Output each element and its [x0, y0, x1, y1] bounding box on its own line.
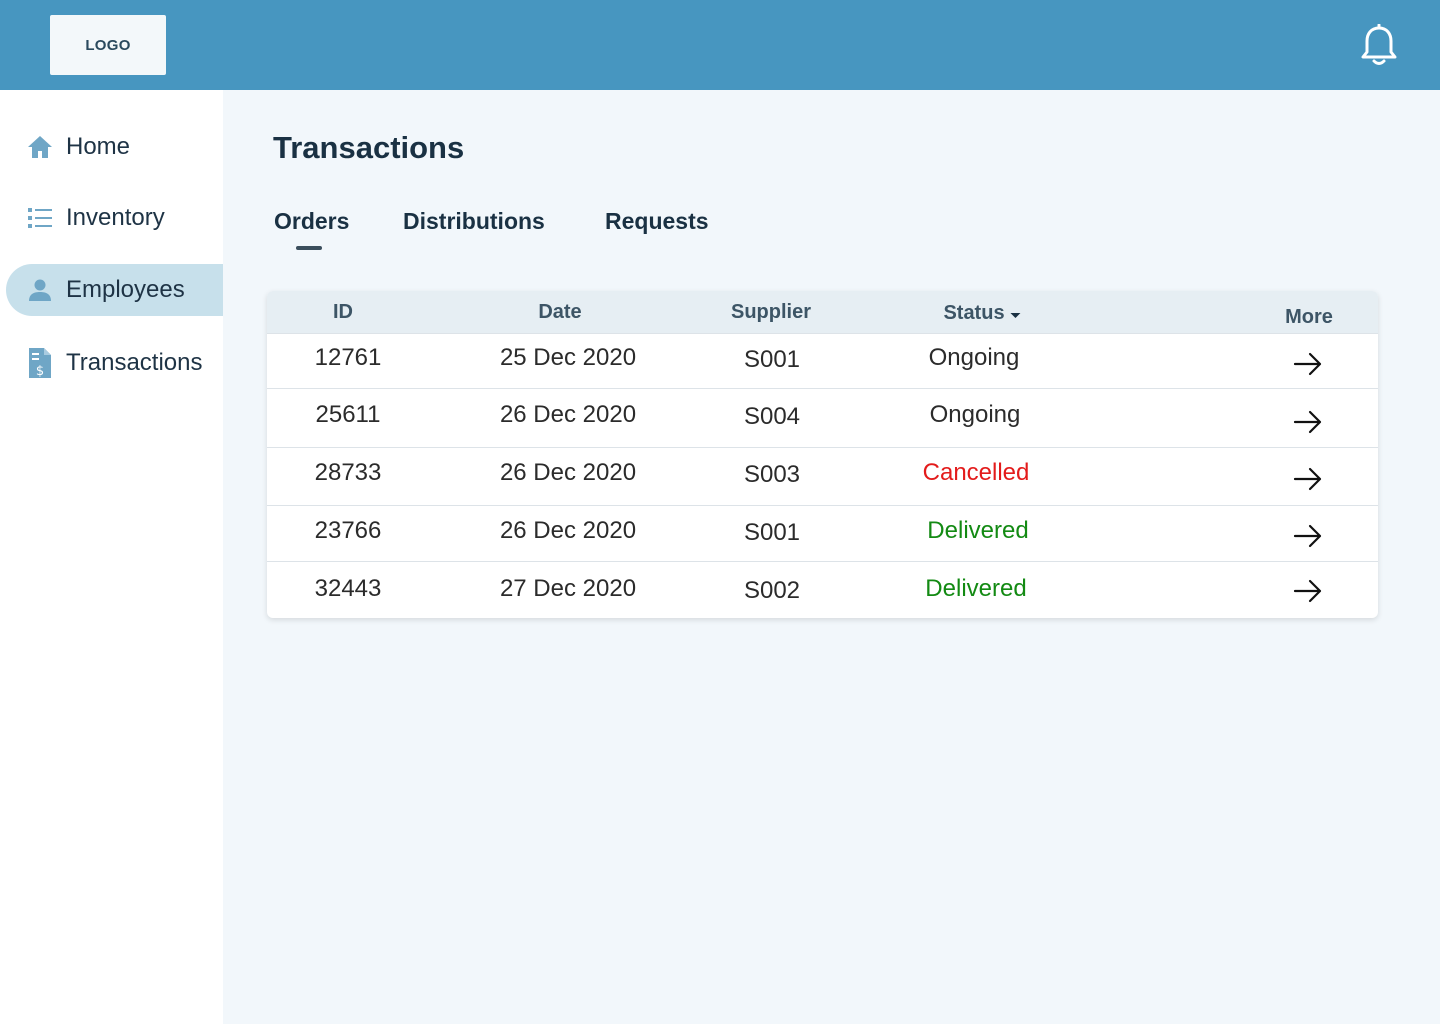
- list-icon: [26, 204, 54, 232]
- sidebar-item-transactions[interactable]: $ Transactions: [6, 337, 223, 389]
- home-icon: [26, 133, 54, 161]
- cell-date: 25 Dec 2020: [499, 344, 637, 371]
- svg-text:$: $: [36, 364, 44, 379]
- status-badge: Ongoing: [929, 401, 1021, 428]
- cell-supplier: S001: [743, 519, 801, 546]
- cell-id: 12761: [314, 344, 382, 371]
- status-badge: Delivered: [925, 575, 1027, 602]
- table-row: 23766 26 Dec 2020 S001 Delivered: [267, 505, 1378, 561]
- cell-date: 27 Dec 2020: [499, 575, 637, 602]
- column-header-date: Date: [538, 301, 582, 323]
- tab-orders[interactable]: Orders: [274, 208, 349, 235]
- sidebar-item-inventory[interactable]: Inventory: [6, 192, 223, 244]
- column-header-status[interactable]: Status: [943, 302, 1021, 325]
- cell-supplier: S004: [743, 403, 801, 430]
- sidebar-item-label: Employees: [66, 276, 185, 303]
- arrow-right-icon[interactable]: [1293, 409, 1323, 435]
- cell-supplier: S003: [743, 461, 801, 488]
- sidebar-item-label: Home: [66, 133, 131, 160]
- sidebar-item-home[interactable]: Home: [6, 121, 223, 173]
- sidebar-item-employees[interactable]: Employees: [6, 264, 223, 316]
- table-row: 12761 25 Dec 2020 S001 Ongoing: [267, 333, 1378, 389]
- cell-id: 23766: [314, 517, 382, 544]
- sidebar-item-label: Transactions: [66, 349, 203, 376]
- status-badge: Ongoing: [928, 344, 1020, 371]
- transactions-table: ID Date Supplier Status More 12761 25 De…: [267, 291, 1378, 618]
- arrow-right-icon[interactable]: [1293, 578, 1323, 604]
- table-row: 32443 27 Dec 2020 S002 Delivered: [267, 561, 1378, 618]
- status-badge: Delivered: [927, 517, 1029, 544]
- table-row: 25611 26 Dec 2020 S004 Ongoing: [267, 388, 1378, 447]
- page-title: Transactions: [273, 130, 465, 165]
- cell-supplier: S002: [743, 577, 801, 604]
- sidebar-item-label: Inventory: [66, 204, 165, 231]
- column-header-status-label: Status: [943, 302, 1005, 324]
- invoice-icon: $: [26, 348, 54, 379]
- cell-id: 28733: [314, 459, 382, 486]
- bell-icon[interactable]: [1358, 23, 1400, 68]
- sidebar: Home Inventory Employees $ Transactions: [0, 90, 223, 1024]
- logo[interactable]: LOGO: [50, 15, 166, 75]
- tab-requests[interactable]: Requests: [605, 208, 709, 235]
- cell-supplier: S001: [743, 346, 801, 373]
- table-row: 28733 26 Dec 2020 S003 Cancelled: [267, 447, 1378, 505]
- cell-id: 32443: [314, 575, 382, 602]
- cell-date: 26 Dec 2020: [499, 517, 637, 544]
- column-header-more: More: [1285, 306, 1333, 328]
- caret-down-icon: [1010, 312, 1021, 318]
- cell-id: 25611: [315, 401, 381, 428]
- arrow-right-icon[interactable]: [1293, 466, 1323, 492]
- status-badge: Cancelled: [922, 459, 1030, 486]
- cell-date: 26 Dec 2020: [499, 401, 637, 428]
- top-bar: LOGO: [0, 0, 1440, 90]
- tab-distributions[interactable]: Distributions: [403, 208, 545, 235]
- person-icon: [26, 276, 54, 304]
- active-tab-indicator: [296, 246, 322, 250]
- column-header-id: ID: [333, 301, 353, 323]
- table-header: ID Date Supplier Status More: [267, 291, 1378, 334]
- cell-date: 26 Dec 2020: [499, 459, 637, 486]
- column-header-supplier: Supplier: [730, 301, 812, 323]
- arrow-right-icon[interactable]: [1293, 523, 1323, 549]
- arrow-right-icon[interactable]: [1293, 351, 1323, 377]
